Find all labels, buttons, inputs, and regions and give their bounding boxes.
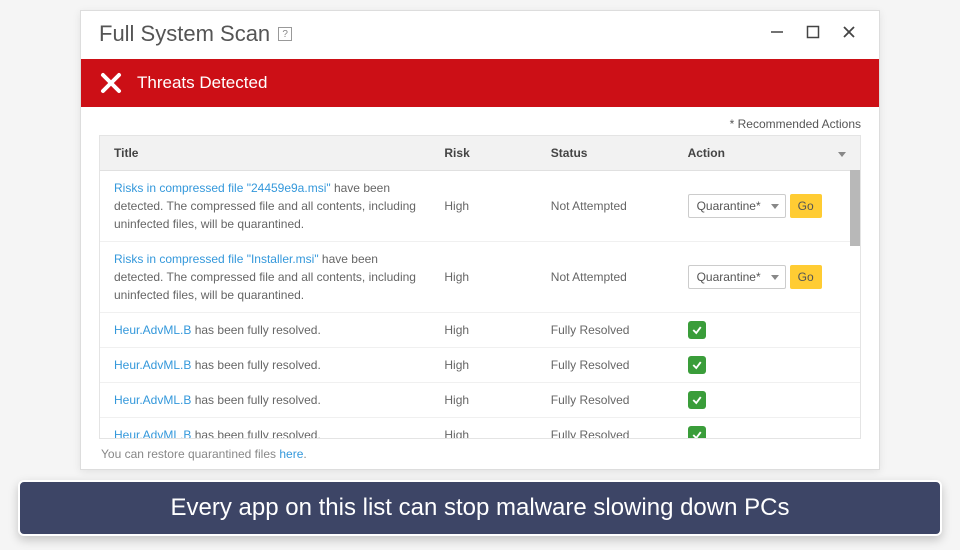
go-button[interactable]: Go [790, 194, 822, 218]
threat-link[interactable]: Risks in compressed file "24459e9a.msi" [114, 181, 331, 195]
action-cell [678, 383, 860, 418]
risk-cell: High [434, 313, 540, 348]
action-cell [678, 418, 860, 440]
col-risk[interactable]: Risk [434, 136, 540, 171]
threat-desc: has been fully resolved. [191, 428, 320, 439]
table-row: Heur.AdvML.B has been fully resolved.Hig… [100, 383, 860, 418]
risk-cell: High [434, 418, 540, 440]
threat-link[interactable]: Heur.AdvML.B [114, 393, 191, 407]
threat-link[interactable]: Heur.AdvML.B [114, 323, 191, 337]
table-row: Heur.AdvML.B has been fully resolved.Hig… [100, 313, 860, 348]
maximize-button[interactable] [801, 22, 825, 47]
chevron-down-icon [771, 275, 779, 280]
chevron-down-icon [838, 152, 846, 157]
resolved-check-icon [688, 391, 706, 409]
window-controls [765, 22, 861, 47]
recommended-actions-label: * Recommended Actions [99, 117, 861, 131]
action-cell: Quarantine* Go [678, 242, 860, 313]
table-row: Heur.AdvML.B has been fully resolved.Hig… [100, 348, 860, 383]
content-area: * Recommended Actions Title Risk Status … [81, 107, 879, 469]
close-button[interactable] [837, 22, 861, 47]
threat-desc: has been fully resolved. [191, 323, 320, 337]
threat-link[interactable]: Heur.AdvML.B [114, 428, 191, 439]
threat-title-cell: Risks in compressed file "Installer.msi"… [100, 242, 434, 313]
scrollbar-thumb[interactable] [850, 170, 860, 246]
threat-banner: Threats Detected [81, 59, 879, 107]
table-row: Risks in compressed file "Installer.msi"… [100, 242, 860, 313]
minimize-button[interactable] [765, 22, 789, 47]
threat-desc: has been fully resolved. [191, 393, 320, 407]
chevron-down-icon [771, 204, 779, 209]
page-title: Full System Scan [99, 21, 270, 47]
footer-note: You can restore quarantined files here. [99, 439, 861, 461]
resolved-check-icon [688, 426, 706, 439]
threat-title-cell: Heur.AdvML.B has been fully resolved. [100, 418, 434, 440]
status-cell: Not Attempted [541, 242, 678, 313]
footer-pre: You can restore quarantined files [101, 447, 279, 461]
threat-link[interactable]: Risks in compressed file "Installer.msi" [114, 252, 319, 266]
restore-link[interactable]: here [279, 447, 303, 461]
status-cell: Fully Resolved [541, 418, 678, 440]
action-cell [678, 313, 860, 348]
app-window: Full System Scan ? Threats Detected * Re… [80, 10, 880, 470]
risk-cell: High [434, 383, 540, 418]
table-row: Risks in compressed file "24459e9a.msi" … [100, 171, 860, 242]
action-select[interactable]: Quarantine* [688, 265, 786, 289]
threat-title-cell: Risks in compressed file "24459e9a.msi" … [100, 171, 434, 242]
resolved-check-icon [688, 356, 706, 374]
action-select-label: Quarantine* [697, 199, 761, 213]
banner-text: Threats Detected [137, 73, 267, 93]
table-row: Heur.AdvML.B has been fully resolved.Hig… [100, 418, 860, 440]
status-cell: Fully Resolved [541, 348, 678, 383]
help-icon[interactable]: ? [278, 27, 292, 41]
resolved-check-icon [688, 321, 706, 339]
status-cell: Fully Resolved [541, 383, 678, 418]
threat-icon [99, 71, 123, 95]
risk-cell: High [434, 348, 540, 383]
threats-table-wrap: Title Risk Status Action Risks in compre… [99, 135, 861, 439]
risk-cell: High [434, 171, 540, 242]
action-cell [678, 348, 860, 383]
status-cell: Fully Resolved [541, 313, 678, 348]
status-cell: Not Attempted [541, 171, 678, 242]
footer-post: . [303, 447, 306, 461]
col-title[interactable]: Title [100, 136, 434, 171]
action-cell: Quarantine* Go [678, 171, 860, 242]
col-action-label: Action [688, 146, 725, 160]
threats-table: Title Risk Status Action Risks in compre… [100, 136, 860, 439]
threat-title-cell: Heur.AdvML.B has been fully resolved. [100, 383, 434, 418]
threat-title-cell: Heur.AdvML.B has been fully resolved. [100, 313, 434, 348]
col-action[interactable]: Action [678, 136, 860, 171]
threat-link[interactable]: Heur.AdvML.B [114, 358, 191, 372]
action-select[interactable]: Quarantine* [688, 194, 786, 218]
col-status[interactable]: Status [541, 136, 678, 171]
risk-cell: High [434, 242, 540, 313]
threat-desc: has been fully resolved. [191, 358, 320, 372]
caption-overlay: Every app on this list can stop malware … [18, 480, 942, 536]
threat-title-cell: Heur.AdvML.B has been fully resolved. [100, 348, 434, 383]
action-select-label: Quarantine* [697, 270, 761, 284]
go-button[interactable]: Go [790, 265, 822, 289]
titlebar: Full System Scan ? [81, 11, 879, 59]
